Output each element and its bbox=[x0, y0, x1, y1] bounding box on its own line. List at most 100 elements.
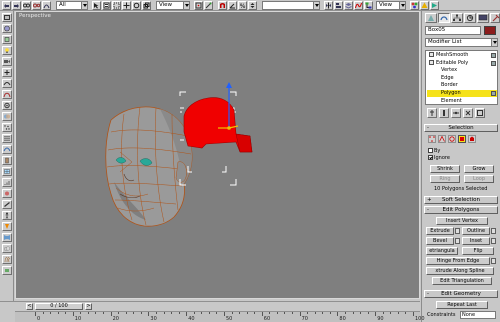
create-spacewarp-icon[interactable] bbox=[2, 79, 12, 88]
select-rotate-icon[interactable] bbox=[132, 1, 141, 10]
schematic-view-icon[interactable] bbox=[364, 1, 373, 10]
create-light-icon[interactable] bbox=[2, 46, 12, 55]
insert-vertex-button[interactable]: Insert Vertex bbox=[436, 217, 488, 225]
track-bar[interactable]: 0 10 20 30 40 50 60 70 80 90 100 bbox=[15, 311, 425, 322]
shrink-button[interactable]: Shrink bbox=[430, 165, 460, 173]
stack-item-element[interactable]: Element bbox=[427, 98, 497, 105]
select-scale-icon[interactable] bbox=[142, 1, 151, 10]
edit-triangulation-button[interactable]: Edit Triangulation bbox=[432, 277, 492, 285]
stack-item-meshsmooth[interactable]: MeshSmooth bbox=[427, 52, 497, 59]
repeat-last-button[interactable]: Repeat Last bbox=[436, 301, 488, 309]
stack-item-vertex[interactable]: Vertex bbox=[427, 67, 497, 74]
time-slider-next-button[interactable]: > bbox=[85, 303, 92, 310]
pivot-center-icon[interactable] bbox=[194, 1, 203, 10]
show-end-result-icon[interactable] bbox=[439, 108, 449, 118]
biped-icon[interactable] bbox=[2, 211, 12, 220]
stack-item-edge[interactable]: Edge bbox=[427, 75, 497, 82]
stack-item-polygon[interactable]: Polygon bbox=[427, 90, 497, 97]
object-color-swatch[interactable] bbox=[484, 26, 496, 35]
ref-coord-system-2-dropdown[interactable]: View bbox=[376, 1, 406, 10]
bind-space-warp-icon[interactable] bbox=[42, 1, 51, 10]
time-slider[interactable]: < 0 / 100 > bbox=[15, 301, 420, 311]
configure-modifier-sets-icon[interactable] bbox=[475, 108, 485, 118]
stack-item-border[interactable]: Border bbox=[427, 82, 497, 89]
ref-coord-system-dropdown[interactable]: View bbox=[156, 1, 190, 10]
time-slider-prev-button[interactable]: < bbox=[26, 303, 33, 310]
vertex-level-icon[interactable] bbox=[428, 135, 436, 143]
edit-polygons-rollout-header[interactable]: - Edit Polygons bbox=[424, 206, 498, 214]
percent-snap-icon[interactable]: % bbox=[238, 1, 247, 10]
snap-icon[interactable] bbox=[218, 1, 227, 10]
create-tab[interactable] bbox=[425, 13, 437, 23]
hierarchy-tab[interactable] bbox=[451, 13, 463, 23]
create-shape-icon[interactable] bbox=[2, 90, 12, 99]
compound-object-icon[interactable] bbox=[2, 112, 12, 121]
create-cylinder-icon[interactable] bbox=[2, 35, 12, 44]
extrude-settings-icon[interactable] bbox=[455, 228, 460, 234]
pin-stack-icon[interactable] bbox=[427, 108, 437, 118]
hinge-settings-icon[interactable] bbox=[491, 258, 496, 264]
cloth-icon[interactable] bbox=[2, 233, 12, 242]
quick-render-icon[interactable] bbox=[430, 1, 439, 10]
ring-button[interactable]: Ring bbox=[430, 175, 460, 183]
select-move-icon[interactable] bbox=[122, 1, 131, 10]
create-box-icon[interactable] bbox=[2, 13, 12, 22]
extrude-button[interactable]: Extrude bbox=[426, 227, 454, 235]
hinge-from-edge-button[interactable]: Hinge From Edge bbox=[426, 257, 490, 265]
reactor-icon[interactable] bbox=[2, 222, 12, 231]
remove-modifier-icon[interactable] bbox=[463, 108, 473, 118]
unlink-icon[interactable] bbox=[32, 1, 41, 10]
polygon-level-icon[interactable] bbox=[458, 135, 466, 143]
redo-icon[interactable] bbox=[12, 1, 21, 10]
modifier-toggle-icon[interactable] bbox=[491, 91, 496, 96]
border-level-icon[interactable] bbox=[448, 135, 456, 143]
edge-level-icon[interactable] bbox=[438, 135, 446, 143]
motion-tab[interactable] bbox=[464, 13, 476, 23]
constraints-dropdown[interactable]: None bbox=[460, 311, 496, 319]
modifier-list-dropdown[interactable]: Modifier List bbox=[425, 38, 498, 47]
ignore-backfacing-checkbox[interactable]: Ignore bbox=[428, 155, 450, 161]
nurbs-icon[interactable] bbox=[2, 145, 12, 154]
selected-polygons[interactable] bbox=[183, 97, 253, 153]
select-manipulate-icon[interactable] bbox=[204, 1, 213, 10]
undo-icon[interactable] bbox=[2, 1, 11, 10]
dynamics-icon[interactable] bbox=[2, 189, 12, 198]
create-system-icon[interactable] bbox=[2, 101, 12, 110]
make-unique-icon[interactable] bbox=[451, 108, 461, 118]
patch-grid-icon[interactable] bbox=[2, 134, 12, 143]
outline-button[interactable]: Outline bbox=[462, 227, 490, 235]
bones-icon[interactable] bbox=[2, 200, 12, 209]
object-name-field[interactable]: Box05 bbox=[425, 26, 481, 35]
soft-selection-rollout-header[interactable]: + Soft Selection bbox=[424, 196, 498, 204]
hair-icon[interactable] bbox=[2, 255, 12, 264]
named-selection-set-field[interactable] bbox=[262, 1, 320, 10]
create-sphere-icon[interactable] bbox=[2, 24, 12, 33]
particle-system-icon[interactable] bbox=[2, 123, 12, 132]
time-slider-thumb[interactable]: 0 / 100 bbox=[35, 303, 83, 310]
create-helper-icon[interactable] bbox=[2, 68, 12, 77]
stack-item-editable-poly[interactable]: Editable Poly bbox=[427, 59, 497, 67]
stairs-icon[interactable] bbox=[2, 178, 12, 187]
flip-button[interactable]: Flip bbox=[462, 247, 494, 255]
rect-region-icon[interactable] bbox=[112, 1, 121, 10]
utilities-tab[interactable] bbox=[490, 13, 500, 23]
create-camera-icon[interactable] bbox=[2, 57, 12, 66]
spinner-snap-icon[interactable] bbox=[248, 1, 257, 10]
extrude-along-spline-button[interactable]: xtrude Along Spline bbox=[426, 267, 494, 275]
grow-button[interactable]: Grow bbox=[464, 165, 494, 173]
retriangulate-button[interactable]: etriangula bbox=[426, 247, 458, 255]
atmospheric-icon[interactable] bbox=[2, 244, 12, 253]
mirror-icon[interactable] bbox=[324, 1, 333, 10]
bevel-button[interactable]: Bevel bbox=[426, 237, 454, 245]
outline-settings-icon[interactable] bbox=[491, 228, 496, 234]
window-icon[interactable] bbox=[2, 167, 12, 176]
align-icon[interactable] bbox=[334, 1, 343, 10]
angle-snap-icon[interactable] bbox=[228, 1, 237, 10]
element-level-icon[interactable] bbox=[468, 135, 476, 143]
plugin-icon[interactable] bbox=[2, 266, 12, 275]
by-vertex-checkbox[interactable]: By bbox=[428, 148, 440, 154]
display-tab[interactable] bbox=[477, 13, 489, 23]
modifier-toggle-icon[interactable] bbox=[491, 60, 496, 66]
head-mesh[interactable] bbox=[105, 106, 193, 227]
modify-tab[interactable] bbox=[438, 13, 450, 23]
